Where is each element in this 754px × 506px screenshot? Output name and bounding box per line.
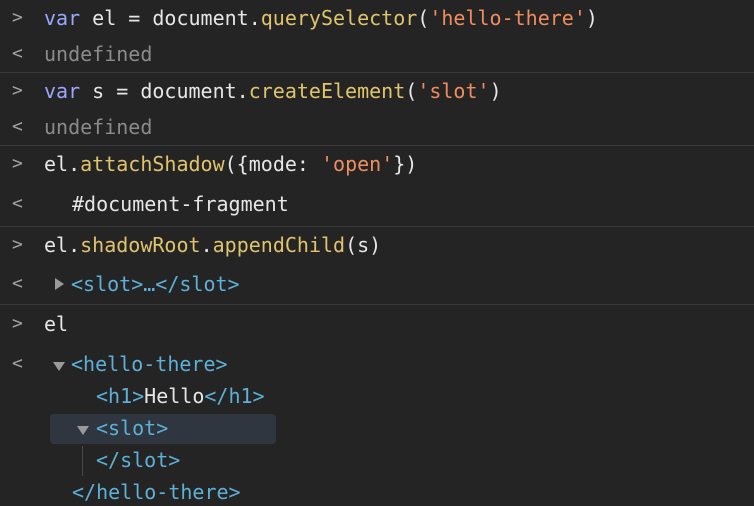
tree-node-slot-close[interactable]: </slot> xyxy=(0,442,754,478)
console-input-text[interactable]: el.attachShadow({mode: 'open'}) xyxy=(44,150,417,178)
object-token: document xyxy=(140,79,237,103)
dot-token: . xyxy=(200,233,213,257)
paren-token: ( xyxy=(405,79,418,103)
tree-node-slot[interactable]: <slot> xyxy=(0,410,754,446)
result-arrow-icon: < xyxy=(12,193,23,214)
paren-token: (s) xyxy=(345,233,382,257)
h1-open-tag: <h1> xyxy=(96,384,145,408)
tree-node-h1[interactable]: <h1>Hello</h1> xyxy=(0,378,754,414)
prompt-chevron-icon: > xyxy=(12,153,23,174)
function-token: createElement xyxy=(248,79,406,103)
dot-token: . xyxy=(68,233,81,257)
h1-close-tag: </h1> xyxy=(204,384,265,408)
paren-token: ) xyxy=(489,79,502,103)
property-token: shadowRoot xyxy=(80,233,201,257)
document-fragment-node[interactable]: #document-fragment xyxy=(72,190,289,218)
dot-token: . xyxy=(68,152,81,176)
console-output-text: undefined xyxy=(44,42,153,66)
devtools-console: > var el = document.querySelector('hello… xyxy=(0,0,754,506)
code-token: s = xyxy=(80,79,141,103)
console-input-row[interactable]: > el.attachShadow({mode: 'open'}) xyxy=(0,146,754,182)
string-token: 'slot' xyxy=(417,79,490,103)
paren-token: ) xyxy=(585,6,598,30)
expand-triangle-icon[interactable] xyxy=(55,278,64,290)
tree-node-hello-close[interactable]: </hello-there> xyxy=(0,474,754,506)
paren-token: }) xyxy=(393,152,418,176)
console-input-text[interactable]: var el = document.querySelector('hello-t… xyxy=(44,4,598,32)
prompt-chevron-icon: > xyxy=(12,7,23,28)
result-arrow-icon: < xyxy=(12,273,23,294)
console-input-row[interactable]: > el xyxy=(0,306,754,342)
console-output-row: < undefined xyxy=(0,36,754,72)
result-arrow-icon: < xyxy=(12,116,23,137)
result-arrow-icon: < xyxy=(12,353,23,374)
console-output-text: undefined xyxy=(44,115,153,139)
string-token: 'hello-there' xyxy=(429,6,586,30)
console-output-row: < #document-fragment xyxy=(0,186,754,222)
code-token: el = xyxy=(80,6,153,30)
object-token: el xyxy=(44,152,69,176)
slot-close-tag: </slot> xyxy=(96,448,181,472)
console-output-row: < <hello-there> xyxy=(0,346,754,382)
dot-token: . xyxy=(236,79,249,103)
hello-there-open-tag[interactable]: <hello-there> xyxy=(71,350,228,378)
prompt-chevron-icon: > xyxy=(12,313,23,334)
console-output-row: < <slot>…</slot> xyxy=(0,266,754,302)
property-token: mode xyxy=(248,152,297,176)
h1-text: Hello xyxy=(144,384,205,408)
console-divider xyxy=(0,304,754,305)
console-input-text[interactable]: el.shadowRoot.appendChild(s) xyxy=(44,231,381,259)
collapse-triangle-icon[interactable] xyxy=(77,426,89,435)
object-token: el xyxy=(44,233,69,257)
console-output-row: < undefined xyxy=(0,109,754,145)
paren-token: ({ xyxy=(224,152,249,176)
string-token: 'open' xyxy=(321,152,394,176)
hello-there-close-tag: </hello-there> xyxy=(72,480,241,504)
slot-node-collapsed[interactable]: <slot>…</slot> xyxy=(71,270,240,298)
prompt-chevron-icon: > xyxy=(12,234,23,255)
colon-token: : xyxy=(296,152,321,176)
keyword-token: var xyxy=(44,79,81,103)
slot-open-tag[interactable]: <slot> xyxy=(96,414,168,442)
console-input-text[interactable]: el xyxy=(44,310,68,338)
paren-token: ( xyxy=(417,6,430,30)
console-input-row[interactable]: > var s = document.createElement('slot') xyxy=(0,73,754,109)
prompt-chevron-icon: > xyxy=(12,80,23,101)
result-arrow-icon: < xyxy=(12,43,23,64)
console-input-row[interactable]: > el.shadowRoot.appendChild(s) xyxy=(0,227,754,263)
dot-token: . xyxy=(248,6,261,30)
function-token: attachShadow xyxy=(80,152,225,176)
function-token: appendChild xyxy=(212,233,346,257)
keyword-token: var xyxy=(44,6,81,30)
object-token: document xyxy=(152,6,249,30)
function-token: querySelector xyxy=(260,6,418,30)
collapse-triangle-icon[interactable] xyxy=(53,362,65,371)
console-input-row[interactable]: > var el = document.querySelector('hello… xyxy=(0,0,754,36)
console-input-text[interactable]: var s = document.createElement('slot') xyxy=(44,77,502,105)
